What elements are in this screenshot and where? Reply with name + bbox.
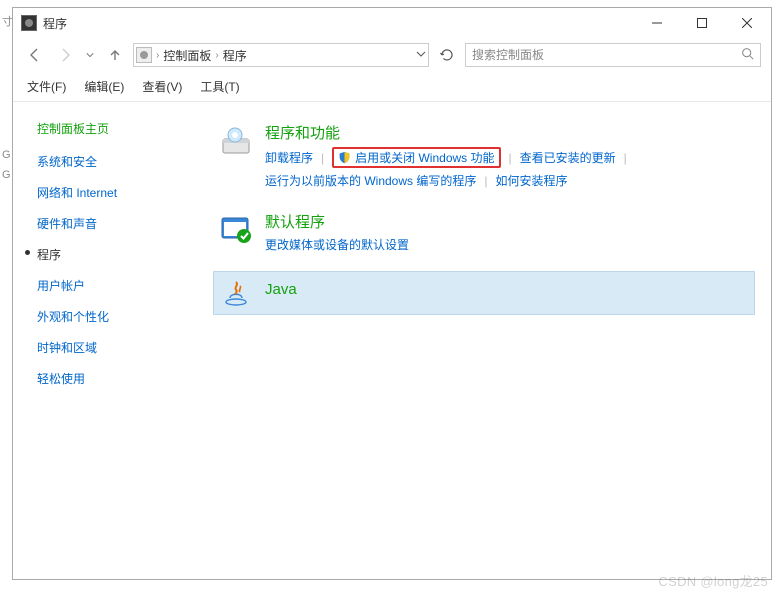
- menu-edit[interactable]: 编辑(E): [84, 78, 124, 95]
- link-installed-updates[interactable]: 查看已安装的更新: [520, 149, 616, 166]
- link-compat[interactable]: 运行为以前版本的 Windows 编写的程序: [265, 172, 476, 189]
- address-dropdown-icon[interactable]: [416, 48, 426, 62]
- window-title: 程序: [43, 15, 634, 32]
- sidebar-item-appearance[interactable]: 外观和个性化: [37, 308, 213, 325]
- menu-bar: 文件(F) 编辑(E) 查看(V) 工具(T): [13, 72, 771, 102]
- menu-tools[interactable]: 工具(T): [200, 78, 239, 95]
- nav-toolbar: › 控制面板 › 程序: [13, 38, 771, 72]
- window-buttons: [634, 9, 769, 37]
- titlebar: 程序: [13, 8, 771, 38]
- link-howto-install[interactable]: 如何安装程序: [495, 172, 567, 189]
- breadcrumb-root[interactable]: 控制面板: [163, 45, 211, 66]
- shield-icon: [338, 151, 351, 164]
- defaults-icon: [219, 211, 255, 247]
- link-change-defaults[interactable]: 更改媒体或设备的默认设置: [265, 236, 409, 253]
- minimize-button[interactable]: [634, 9, 679, 37]
- watermark: CSDN @long龙25: [658, 571, 768, 590]
- back-button[interactable]: [23, 43, 47, 67]
- sidebar-item-network[interactable]: 网络和 Internet: [37, 184, 213, 201]
- sidebar-title[interactable]: 控制面板主页: [37, 120, 213, 137]
- category-programs: 程序和功能 卸载程序 | 启用或关闭 Windows 功能 | 查看已安装的更新…: [213, 118, 755, 193]
- refresh-button[interactable]: [435, 43, 459, 67]
- control-panel-window: 程序 › 控制面板 › 程序 文件(F) 编辑(E) 查看(V) 工具(T): [12, 7, 772, 580]
- menu-view[interactable]: 查看(V): [142, 78, 182, 95]
- search-icon: [741, 47, 754, 63]
- category-defaults: 默认程序 更改媒体或设备的默认设置: [213, 207, 755, 257]
- up-button[interactable]: [103, 43, 127, 67]
- breadcrumb-current[interactable]: 程序: [223, 45, 247, 66]
- sidebar-item-accounts[interactable]: 用户帐户: [37, 277, 213, 294]
- category-programs-title[interactable]: 程序和功能: [265, 122, 749, 143]
- recent-dropdown[interactable]: [83, 43, 97, 67]
- highlight-annotation: 启用或关闭 Windows 功能: [332, 147, 500, 168]
- crumb-sep-icon: ›: [215, 50, 218, 61]
- category-java-title[interactable]: Java: [265, 281, 749, 298]
- link-uninstall[interactable]: 卸载程序: [265, 149, 313, 166]
- category-defaults-title[interactable]: 默认程序: [265, 211, 749, 232]
- category-java[interactable]: Java: [213, 271, 755, 315]
- java-icon: [219, 275, 255, 311]
- sidebar-item-ease[interactable]: 轻松使用: [37, 370, 213, 387]
- programs-icon: [219, 122, 255, 158]
- app-icon: [21, 15, 37, 31]
- search-input[interactable]: [472, 48, 741, 62]
- body: 控制面板主页 系统和安全 网络和 Internet 硬件和声音 程序 用户帐户 …: [13, 102, 771, 579]
- sidebar-item-system[interactable]: 系统和安全: [37, 153, 213, 170]
- menu-file[interactable]: 文件(F): [27, 78, 66, 95]
- sidebar-item-programs[interactable]: 程序: [37, 246, 213, 263]
- sidebar-item-hardware[interactable]: 硬件和声音: [37, 215, 213, 232]
- external-left-strip: 寸 G G: [0, 7, 12, 596]
- location-icon: [136, 47, 152, 63]
- close-button[interactable]: [724, 9, 769, 37]
- link-windows-features[interactable]: 启用或关闭 Windows 功能: [355, 149, 494, 166]
- sidebar-item-clock[interactable]: 时钟和区域: [37, 339, 213, 356]
- sidebar: 控制面板主页 系统和安全 网络和 Internet 硬件和声音 程序 用户帐户 …: [13, 102, 213, 579]
- search-box[interactable]: [465, 43, 761, 67]
- maximize-button[interactable]: [679, 9, 724, 37]
- crumb-sep-icon: ›: [156, 50, 159, 61]
- content: 程序和功能 卸载程序 | 启用或关闭 Windows 功能 | 查看已安装的更新…: [213, 102, 771, 579]
- forward-button[interactable]: [53, 43, 77, 67]
- address-bar[interactable]: › 控制面板 › 程序: [133, 43, 429, 67]
